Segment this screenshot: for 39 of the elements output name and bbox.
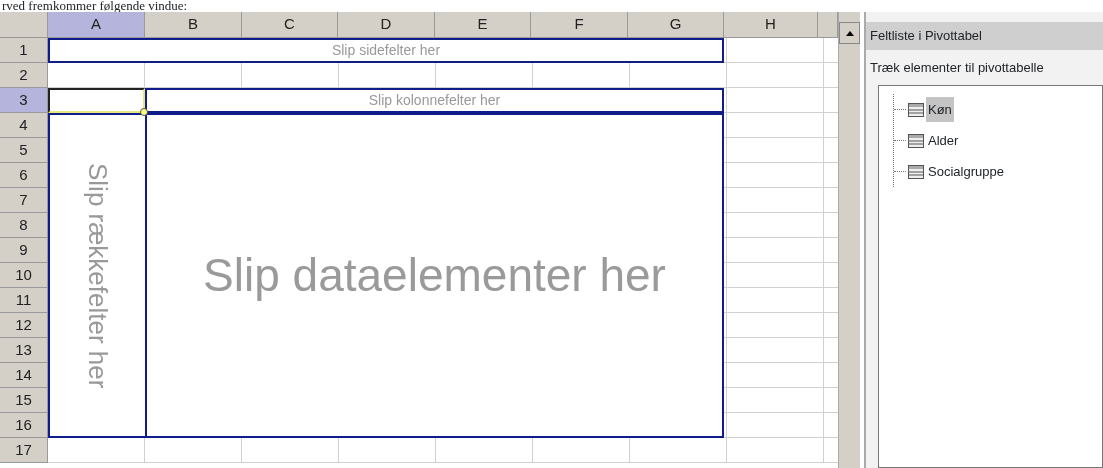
field-icon: [908, 133, 924, 148]
document-text: rved fremkommer følgende vindue:: [1, 0, 189, 12]
field-item[interactable]: Køn: [926, 96, 954, 123]
field-icon: [908, 102, 924, 117]
row-header[interactable]: 10: [0, 263, 48, 288]
row-header[interactable]: 16: [0, 413, 48, 438]
row-header[interactable]: 17: [0, 438, 48, 463]
row-header[interactable]: 2: [0, 63, 48, 88]
scroll-up-button[interactable]: [839, 22, 860, 44]
row-header[interactable]: 3: [0, 88, 48, 113]
up-arrow-icon: [845, 30, 854, 36]
row-header[interactable]: 15: [0, 388, 48, 413]
row-header[interactable]: 11: [0, 288, 48, 313]
field-item[interactable]: Alder: [926, 127, 961, 154]
row-header[interactable]: 5: [0, 138, 48, 163]
fill-handle[interactable]: [140, 108, 148, 116]
row-header[interactable]: 4: [0, 113, 48, 138]
row-header[interactable]: 1: [0, 38, 48, 63]
column-header[interactable]: E: [435, 12, 531, 38]
column-header[interactable]: B: [145, 12, 242, 38]
column-header[interactable]: C: [242, 12, 338, 38]
panel-title: Feltliste i Pivottabel: [866, 22, 1103, 50]
column-header[interactable]: F: [531, 12, 628, 38]
row-header[interactable]: 13: [0, 338, 48, 363]
row-header[interactable]: 6: [0, 163, 48, 188]
field-item[interactable]: Socialgruppe: [926, 158, 1006, 185]
row-header[interactable]: 7: [0, 188, 48, 213]
column-header[interactable]: H: [724, 12, 818, 38]
field-icon: [908, 164, 924, 179]
instruction-text: Træk elementer til pivottabelle: [869, 58, 1045, 77]
column-header[interactable]: D: [338, 12, 435, 38]
column-header[interactable]: G: [628, 12, 724, 38]
row-header[interactable]: 14: [0, 363, 48, 388]
scrollbar[interactable]: [838, 12, 860, 468]
row-header[interactable]: 8: [0, 213, 48, 238]
active-cell[interactable]: [48, 88, 145, 113]
row-header[interactable]: 12: [0, 313, 48, 338]
column-header[interactable]: A: [48, 12, 145, 38]
row-header[interactable]: 9: [0, 238, 48, 263]
